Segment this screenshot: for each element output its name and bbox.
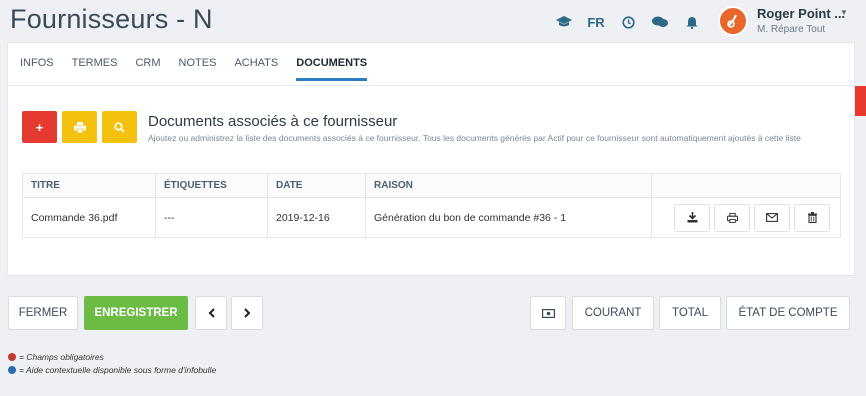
- user-name[interactable]: Roger Point ...: [757, 6, 845, 21]
- avatar[interactable]: [718, 6, 748, 36]
- main-card: INFOS TERMES CRM NOTES ACHATS DOCUMENTS …: [7, 42, 855, 276]
- tab-divider: [8, 85, 854, 86]
- add-document-button[interactable]: +: [22, 111, 57, 143]
- total-button[interactable]: TOTAL: [659, 296, 721, 330]
- cell-raison: Génération du bon de commande #36 - 1: [365, 197, 652, 238]
- tab-achats[interactable]: ACHATS: [234, 57, 278, 81]
- column-header-etiquettes[interactable]: ÉTIQUETTES: [155, 173, 268, 198]
- section-title: Documents associés à ce fournisseur: [148, 113, 398, 130]
- tab-termes[interactable]: TERMES: [72, 57, 118, 81]
- chevron-right-icon: [243, 308, 250, 318]
- help-dot-icon: [8, 366, 16, 374]
- column-header-actions: [651, 173, 841, 198]
- user-company: M. Répare Tout: [757, 24, 826, 35]
- close-button[interactable]: FERMER: [8, 296, 78, 330]
- save-button[interactable]: ENREGISTRER: [84, 296, 188, 330]
- printer-icon: [726, 212, 738, 223]
- search-icon: [114, 121, 125, 133]
- print-button[interactable]: [62, 111, 97, 143]
- money-button[interactable]: [530, 296, 566, 330]
- download-button[interactable]: [674, 203, 710, 232]
- required-dot-icon: [8, 353, 16, 361]
- column-header-raison[interactable]: RAISON: [365, 173, 652, 198]
- clock-icon[interactable]: [614, 12, 642, 32]
- top-icons: FR: [550, 12, 710, 32]
- search-button[interactable]: [102, 111, 137, 143]
- tab-documents[interactable]: DOCUMENTS: [296, 57, 368, 81]
- tab-crm[interactable]: CRM: [135, 57, 160, 81]
- tab-infos[interactable]: INFOS: [20, 57, 54, 81]
- tab-bar: INFOS TERMES CRM NOTES ACHATS DOCUMENTS: [20, 57, 385, 81]
- delete-button[interactable]: [794, 203, 830, 232]
- print-document-button[interactable]: [714, 203, 750, 232]
- cell-date: 2019-12-16: [267, 197, 366, 238]
- legend-required-text: = Champs obligatoires: [19, 352, 104, 362]
- column-header-titre[interactable]: TITRE: [22, 173, 156, 198]
- cell-actions: [651, 197, 841, 238]
- bell-icon[interactable]: [678, 12, 706, 32]
- account-statement-button[interactable]: ÉTAT DE COMPTE: [726, 296, 850, 330]
- printer-icon: [73, 121, 86, 133]
- documents-table: TITRE ÉTIQUETTES DATE RAISON Commande 36…: [22, 173, 841, 238]
- page-title: Fournisseurs - N: [10, 4, 213, 34]
- graduation-cap-icon[interactable]: [550, 12, 578, 32]
- previous-button[interactable]: [195, 296, 227, 330]
- row-actions: [660, 203, 840, 232]
- bottom-toolbar: FERMER ENREGISTRER COURANT TOTAL ÉTAT DE…: [0, 296, 866, 336]
- language-selector[interactable]: FR: [582, 12, 610, 32]
- next-button[interactable]: [231, 296, 263, 330]
- table-row[interactable]: Commande 36.pdf --- 2019-12-16 Génératio…: [22, 197, 841, 238]
- chevron-down-icon[interactable]: ▼: [840, 8, 848, 17]
- courant-button[interactable]: COURANT: [572, 296, 654, 330]
- table-header-row: TITRE ÉTIQUETTES DATE RAISON: [22, 173, 841, 198]
- legend-required: = Champs obligatoires: [8, 352, 104, 362]
- money-icon: [541, 308, 555, 318]
- section-description: Ajoutez ou administrez la liste des docu…: [148, 133, 801, 143]
- legend-help-text: = Aide contextuelle disponible sous form…: [19, 365, 217, 375]
- cell-titre[interactable]: Commande 36.pdf: [22, 197, 156, 238]
- cell-etiquettes: ---: [155, 197, 268, 238]
- chat-icon[interactable]: [646, 12, 674, 32]
- chevron-left-icon: [208, 308, 215, 318]
- legend-help: = Aide contextuelle disponible sous form…: [8, 365, 216, 375]
- column-header-date[interactable]: DATE: [267, 173, 366, 198]
- trash-icon: [807, 212, 817, 223]
- tab-notes[interactable]: NOTES: [179, 57, 217, 81]
- top-bar: Fournisseurs - N FR Roger Point ... M. R…: [0, 0, 866, 42]
- plus-icon: +: [35, 119, 44, 135]
- email-button[interactable]: [754, 203, 790, 232]
- download-icon: [687, 212, 697, 223]
- envelope-icon: [766, 213, 778, 222]
